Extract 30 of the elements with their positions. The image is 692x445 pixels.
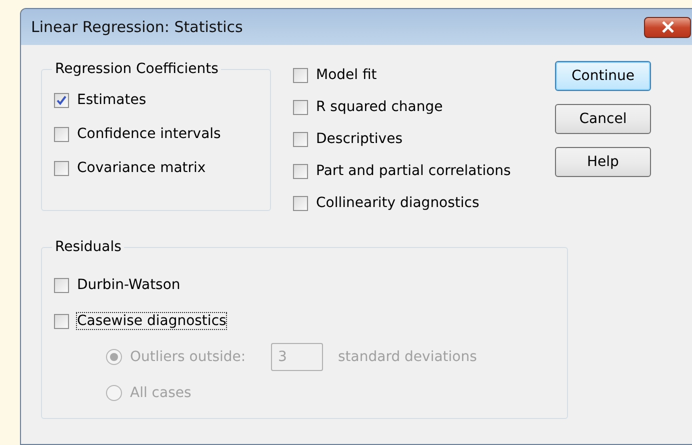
checkbox[interactable]: [293, 196, 308, 210]
dialog-button[interactable]: Cancel: [555, 104, 651, 134]
checkbox[interactable]: [293, 68, 308, 82]
checkbox-option[interactable]: Descriptives: [293, 123, 555, 155]
window-title: Linear Regression: Statistics: [31, 18, 243, 36]
checkbox[interactable]: [293, 132, 308, 146]
close-button[interactable]: [644, 16, 691, 38]
checkbox-option[interactable]: Model fit: [293, 59, 555, 91]
checkbox-option[interactable]: Casewise diagnostics: [54, 303, 567, 339]
checkbox-option[interactable]: Confidence intervals: [54, 117, 270, 151]
checkbox[interactable]: [293, 164, 308, 178]
checkbox-option[interactable]: R squared change: [293, 91, 555, 123]
checkbox[interactable]: [54, 278, 69, 292]
checkbox[interactable]: [54, 314, 69, 328]
checkbox[interactable]: [54, 126, 69, 142]
checkbox[interactable]: [54, 160, 69, 176]
checkbox-option[interactable]: Part and partial correlations: [293, 155, 555, 187]
checkbox-option[interactable]: Durbin-Watson: [54, 267, 567, 303]
check-icon: [56, 94, 67, 106]
checkbox-option[interactable]: Estimates: [54, 83, 270, 117]
unit-label: standard deviations: [338, 349, 477, 365]
dialog-button[interactable]: Help: [555, 147, 651, 177]
group-title: Regression Coefficients: [54, 61, 220, 77]
checkbox-option[interactable]: Covariance matrix: [54, 151, 270, 185]
dialog-button[interactable]: Continue: [555, 61, 651, 91]
checkbox-option[interactable]: Collinearity diagnostics: [293, 187, 555, 219]
checkbox[interactable]: [54, 92, 69, 108]
group-title: Residuals: [54, 239, 122, 255]
checkbox[interactable]: [293, 100, 308, 114]
close-icon: [660, 21, 674, 33]
